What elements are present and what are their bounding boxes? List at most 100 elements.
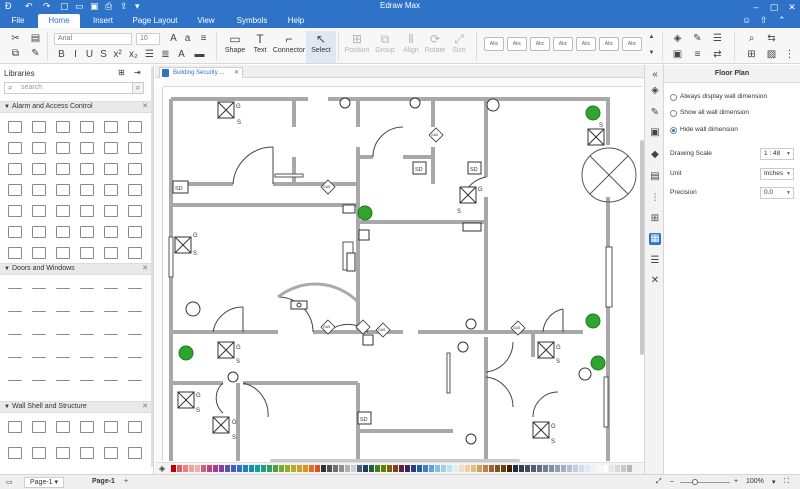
door-shape-thumbnail[interactable] <box>32 306 46 312</box>
color-swatch[interactable] <box>327 465 332 472</box>
color-swatch[interactable] <box>357 465 362 472</box>
color-swatch[interactable] <box>417 465 422 472</box>
radio-always-display-wall[interactable]: Always display wall dimension <box>670 92 767 102</box>
pages-panel-icon[interactable]: ☰ <box>649 255 661 267</box>
color-swatch[interactable] <box>189 465 194 472</box>
alarm-shape-thumbnail[interactable] <box>8 205 22 217</box>
door-shape-thumbnail[interactable] <box>104 283 118 289</box>
text-align-icon[interactable]: ≣ <box>160 49 171 60</box>
wall-shape-thumbnail[interactable] <box>56 421 70 433</box>
color-swatch[interactable] <box>315 465 320 472</box>
copy-icon[interactable]: ⧉ <box>10 48 21 59</box>
more-tools-icon[interactable]: ⋮ <box>784 49 795 60</box>
zoom-slider-handle[interactable] <box>692 479 698 485</box>
alarm-shape-thumbnail[interactable] <box>56 205 70 217</box>
door-shape-thumbnail[interactable] <box>32 352 46 358</box>
color-swatch[interactable] <box>597 465 602 472</box>
alarm-shape-thumbnail[interactable] <box>56 247 70 259</box>
floor-plan-drawing[interactable]: G S G S G S G S G S G S G S G S S SD SD <box>163 87 642 461</box>
zoom-in-icon[interactable]: + <box>734 478 738 485</box>
color-swatch[interactable] <box>363 465 368 472</box>
alarm-shape-thumbnail[interactable] <box>128 142 142 154</box>
connections-panel-icon[interactable]: ✕ <box>649 275 661 287</box>
alarm-shape-thumbnail[interactable] <box>32 226 46 238</box>
alarm-shape-thumbnail[interactable] <box>128 226 142 238</box>
color-swatch[interactable] <box>525 465 530 472</box>
color-swatch[interactable] <box>255 465 260 472</box>
position-button[interactable]: ⊞ Position <box>342 31 372 63</box>
color-swatch[interactable] <box>333 465 338 472</box>
page-selector[interactable]: Page-1 ▾ <box>24 477 65 488</box>
color-swatch[interactable] <box>231 465 236 472</box>
tab-insert[interactable]: Insert <box>86 14 120 28</box>
library-search-input[interactable]: ⌕ search ⌕ <box>4 82 144 94</box>
color-swatch[interactable] <box>507 465 512 472</box>
color-swatch[interactable] <box>453 465 458 472</box>
color-swatch[interactable] <box>249 465 254 472</box>
tab-home[interactable]: Home <box>38 14 80 28</box>
alarm-shape-thumbnail[interactable] <box>128 247 142 259</box>
library-add-icon[interactable]: ⊞ <box>118 68 125 77</box>
drawing-canvas[interactable]: G S G S G S G S G S G S G S G S S SD SD <box>163 87 642 461</box>
close-icon[interactable]: ✕ <box>784 0 800 14</box>
alarm-shape-thumbnail[interactable] <box>8 247 22 259</box>
floor-plan-panel-icon[interactable]: ▦ <box>649 233 661 245</box>
wall-shape-thumbnail[interactable] <box>80 447 94 459</box>
color-swatch[interactable] <box>531 465 536 472</box>
style-preset-3[interactable]: Abc <box>530 37 550 51</box>
color-swatch[interactable] <box>375 465 380 472</box>
wall-shape-thumbnail[interactable] <box>128 421 142 433</box>
alarm-shape-thumbnail[interactable] <box>128 184 142 196</box>
color-swatch[interactable] <box>561 465 566 472</box>
wall-shape-thumbnail[interactable] <box>56 447 70 459</box>
style-preset-1[interactable]: Abc <box>484 37 504 51</box>
alarm-shape-thumbnail[interactable] <box>56 226 70 238</box>
door-shape-thumbnail[interactable] <box>80 329 94 335</box>
color-swatch[interactable] <box>261 465 266 472</box>
color-swatch[interactable] <box>219 465 224 472</box>
connector-tool-button[interactable]: ⌐ Connector <box>272 31 306 63</box>
color-swatch[interactable] <box>183 465 188 472</box>
subscript-icon[interactable]: x₂ <box>128 49 139 60</box>
share-icon[interactable]: ⇧ <box>760 15 768 26</box>
color-swatch[interactable] <box>303 465 308 472</box>
document-tab[interactable]: Building Security ... ✕ <box>159 67 243 78</box>
color-swatch[interactable] <box>591 465 596 472</box>
italic-icon[interactable]: I <box>70 49 81 60</box>
door-shape-thumbnail[interactable] <box>32 329 46 335</box>
tab-file[interactable]: File <box>4 14 32 28</box>
door-shape-thumbnail[interactable] <box>56 375 70 381</box>
library-category-walls[interactable]: ▼ Wall Shell and Structure ✕ <box>0 401 153 413</box>
tab-page-layout[interactable]: Page Layout <box>130 14 180 28</box>
color-swatch[interactable] <box>405 465 410 472</box>
category-close-icon[interactable]: ✕ <box>142 264 148 274</box>
bold-icon[interactable]: B <box>56 49 67 60</box>
alarm-shape-thumbnail[interactable] <box>80 142 94 154</box>
maximize-icon[interactable]: ▢ <box>766 0 782 14</box>
image-panel-icon[interactable]: ▣ <box>649 127 661 139</box>
door-shape-thumbnail[interactable] <box>8 329 22 335</box>
color-swatch[interactable] <box>267 465 272 472</box>
wall-shape-thumbnail[interactable] <box>80 421 94 433</box>
color-swatch[interactable] <box>207 465 212 472</box>
alarm-shape-thumbnail[interactable] <box>56 163 70 175</box>
font-family-select[interactable]: Arial <box>54 33 132 45</box>
shadow-panel-icon[interactable]: ▤ <box>649 171 661 183</box>
color-swatch[interactable] <box>537 465 542 472</box>
radio-show-all-wall[interactable]: Show all wall dimension <box>670 108 749 118</box>
color-swatch[interactable] <box>411 465 416 472</box>
door-shape-thumbnail[interactable] <box>56 306 70 312</box>
color-swatch[interactable] <box>501 465 506 472</box>
alarm-shape-thumbnail[interactable] <box>8 184 22 196</box>
select-tool-button[interactable]: ↖ Select <box>306 31 336 63</box>
unit-select[interactable]: Inches ▼ <box>760 168 794 180</box>
style-preset-2[interactable]: Abc <box>507 37 527 51</box>
alarm-shape-thumbnail[interactable] <box>56 121 70 133</box>
library-category-alarm[interactable]: ▼ Alarm and Access Control ✕ <box>0 101 153 113</box>
search-button[interactable]: ⌕ <box>132 82 144 94</box>
color-swatch[interactable] <box>351 465 356 472</box>
radio-hide-wall[interactable]: Hide wall dimension <box>670 125 738 135</box>
add-page-icon[interactable]: + <box>124 478 128 485</box>
door-shape-thumbnail[interactable] <box>80 375 94 381</box>
page-view-icon[interactable]: ▭ <box>6 478 13 486</box>
